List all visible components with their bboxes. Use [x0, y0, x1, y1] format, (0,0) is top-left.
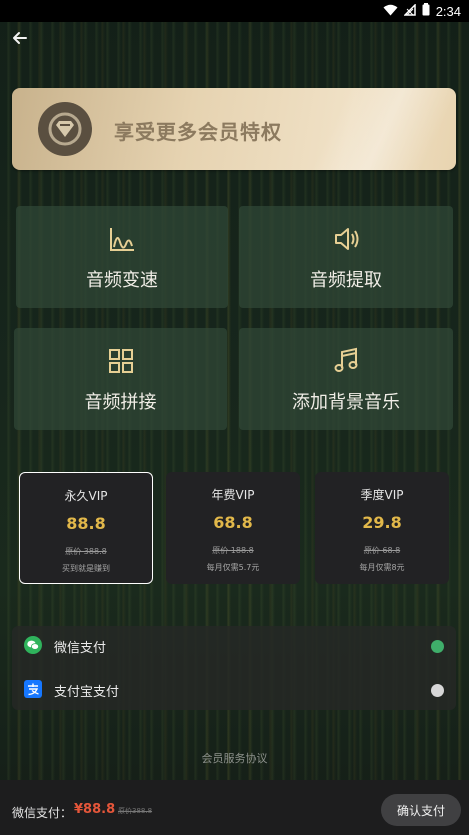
back-button[interactable] [10, 28, 30, 48]
confirm-pay-button[interactable]: 确认支付 [381, 794, 461, 826]
diamond-badge-icon [38, 102, 92, 156]
bottom-pay-bar: 微信支付： ¥88.8 原价388.8 确认支付 [0, 780, 469, 835]
plan-note: 每月仅需8元 [359, 563, 405, 572]
alipay-icon [24, 680, 42, 698]
plan-name: 年费VIP [211, 488, 255, 502]
plan-lifetime-vip[interactable]: 永久VIP 88.8 原价 388.8 买到就是赚到 [19, 472, 153, 584]
feature-label: 音频拼接 [84, 392, 157, 413]
payment-label: 微信支付 [54, 641, 107, 656]
plan-note: 每月仅需5.7元 [206, 563, 260, 572]
plan-original-price: 原价 68.8 [363, 546, 401, 555]
feature-label: 音频提取 [310, 270, 382, 291]
member-agreement-link[interactable]: 会员服务协议 [0, 750, 469, 766]
pay-price: ¥88.8 [74, 802, 116, 817]
plan-name: 永久VIP [64, 489, 108, 503]
plan-price: 29.8 [362, 513, 402, 532]
vip-banner: 享受更多会员特权 [12, 88, 456, 170]
plan-quarterly-vip[interactable]: 季度VIP 29.8 原价 68.8 每月仅需8元 [315, 472, 449, 584]
plan-annual-vip[interactable]: 年费VIP 68.8 原价 188.8 每月仅需5.7元 [166, 472, 300, 584]
feature-audio-merge[interactable]: 音频拼接 [14, 328, 227, 430]
payment-wechat[interactable]: 微信支付 [12, 626, 456, 666]
status-bar: 2:34 [0, 0, 469, 22]
no-signal-icon [402, 2, 416, 20]
grid-icon [108, 349, 133, 373]
music-note-icon [334, 347, 358, 372]
feature-label: 添加背景音乐 [292, 392, 400, 413]
banner-title: 享受更多会员特权 [114, 120, 282, 144]
payment-alipay[interactable]: 支付宝支付 [12, 670, 456, 710]
pay-original-price: 原价388.8 [118, 807, 153, 815]
feature-audio-extract[interactable]: 音频提取 [239, 206, 453, 308]
wechat-icon [24, 636, 42, 654]
feature-audio-speed[interactable]: 音频变速 [16, 206, 228, 308]
payment-label: 支付宝支付 [54, 685, 120, 700]
plan-note: 买到就是赚到 [62, 564, 110, 573]
wifi-icon [383, 4, 398, 20]
plan-price: 68.8 [213, 513, 253, 532]
pay-method-label: 微信支付： [12, 806, 73, 820]
plan-price: 88.8 [66, 514, 106, 533]
status-time: 2:34 [435, 4, 461, 19]
payment-methods: 微信支付 支付宝支付 [12, 626, 456, 710]
radio-unselected[interactable] [431, 684, 444, 697]
chart-line-icon [110, 228, 134, 251]
plan-original-price: 原价 188.8 [212, 546, 254, 555]
feature-label: 音频变速 [86, 270, 158, 291]
radio-selected[interactable] [431, 640, 444, 653]
speaker-icon [335, 228, 359, 250]
feature-add-bgm[interactable]: 添加背景音乐 [239, 328, 453, 430]
arrow-left-icon [13, 32, 27, 44]
plan-original-price: 原价 388.8 [65, 547, 107, 556]
battery-icon [422, 3, 430, 20]
plan-name: 季度VIP [360, 488, 404, 502]
